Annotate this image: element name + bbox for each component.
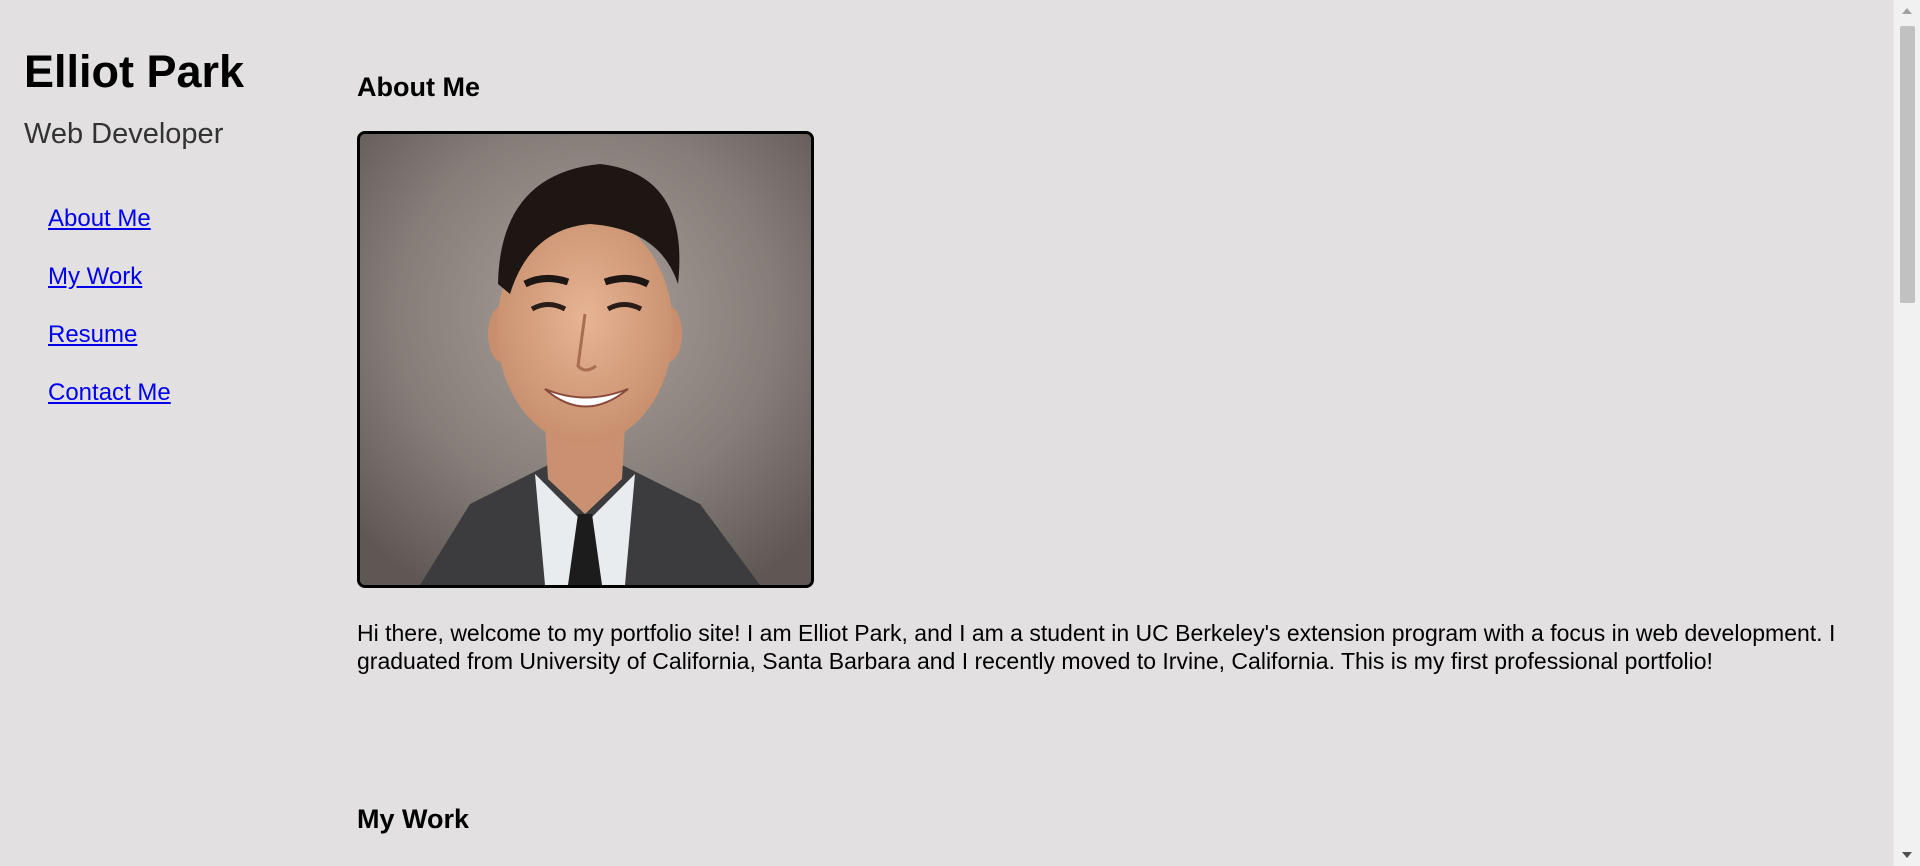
nav-link-about-me[interactable]: About Me [48, 205, 151, 232]
about-me-paragraph: Hi there, welcome to my portfolio site! … [357, 620, 1836, 674]
scroll-down-arrow-icon[interactable] [1902, 852, 1912, 858]
vertical-scrollbar[interactable] [1893, 0, 1920, 866]
nav-list: About Me My Work Resume Contact Me [24, 204, 324, 408]
site-title: Elliot Park [24, 46, 245, 97]
profile-photo [357, 131, 814, 588]
nav-item-work: My Work [48, 262, 324, 292]
nav-item-about: About Me [48, 204, 324, 234]
nav-item-contact: Contact Me [48, 378, 324, 408]
my-work-heading: My Work [357, 804, 470, 834]
nav-link-contact-me[interactable]: Contact Me [48, 379, 171, 406]
site-subtitle: Web Developer [24, 118, 224, 150]
main-content: About Me Hi there, welcome to my portfol… [357, 70, 1857, 836]
about-me-heading: About Me [357, 72, 480, 102]
nav-link-resume[interactable]: Resume [48, 321, 137, 348]
scrollbar-thumb[interactable] [1900, 26, 1915, 303]
page: Elliot Park Web Developer About Me My Wo… [0, 0, 1920, 866]
nav-item-resume: Resume [48, 320, 324, 350]
portrait-illustration [360, 134, 811, 585]
scroll-up-arrow-icon[interactable] [1902, 8, 1912, 14]
sidebar: Elliot Park Web Developer About Me My Wo… [24, 44, 324, 436]
nav-link-my-work[interactable]: My Work [48, 263, 142, 290]
